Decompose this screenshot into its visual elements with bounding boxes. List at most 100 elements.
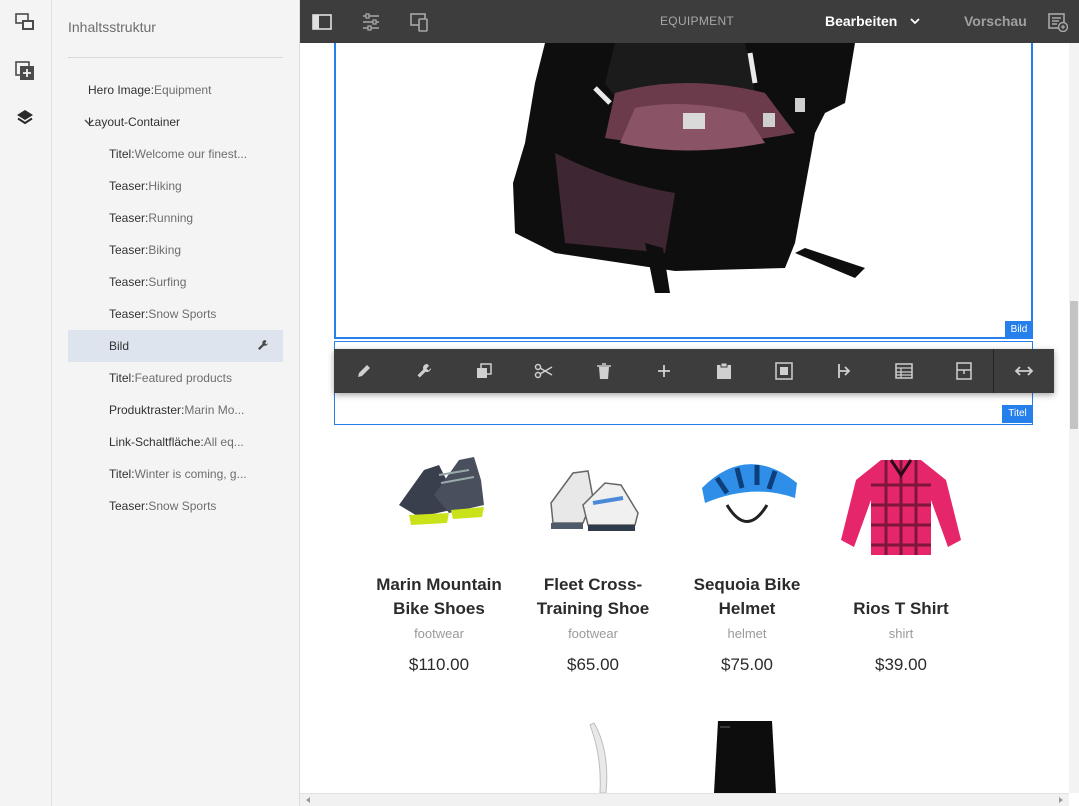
scroll-left-icon[interactable]: [304, 796, 312, 804]
vertical-scroll-thumb[interactable]: [1070, 301, 1078, 429]
bike-shoes-image: [399, 457, 484, 525]
tree-item[interactable]: Hero Image: Equipment: [68, 74, 283, 106]
copy-icon: [477, 363, 492, 378]
pencil-icon: [358, 365, 370, 377]
product-name: Marin Mountain Bike Shoes: [376, 575, 502, 618]
group-icon: [775, 362, 793, 380]
copy-button[interactable]: [454, 349, 514, 393]
bike-helmet-image: [702, 464, 797, 523]
tree-item-type: Hero Image: [88, 83, 151, 97]
edit-button[interactable]: [334, 349, 394, 393]
tree-item-type: Produktraster: [109, 403, 182, 417]
image-component-frame[interactable]: [334, 43, 1033, 339]
components-icon[interactable]: [14, 60, 36, 82]
tree-item-name: Surfing: [148, 275, 187, 289]
product-price: $75.00: [721, 655, 773, 674]
tree-item[interactable]: Teaser: Running: [68, 202, 283, 234]
insert-button[interactable]: [634, 349, 694, 393]
image-component-label: Bild: [1005, 321, 1033, 338]
paste-button[interactable]: [694, 349, 754, 393]
product-category: helmet: [727, 626, 767, 641]
tree-item[interactable]: Layout-Container: [68, 106, 283, 138]
tree-item-name: Running: [148, 211, 194, 225]
tree-item-name: Featured products: [134, 371, 232, 385]
component-toolbar: [334, 349, 1054, 393]
tree-item-name: Equipment: [154, 83, 212, 97]
mode-select-button[interactable]: Bearbeiten: [825, 13, 897, 29]
tree-item[interactable]: Teaser: Biking: [68, 234, 283, 266]
side-panel-toggle-icon[interactable]: [311, 11, 333, 33]
title-component-label: Titel: [1002, 405, 1033, 423]
scroll-right-icon[interactable]: [1057, 796, 1065, 804]
tree-item-name: Winter is coming, g...: [134, 467, 247, 481]
wrench-icon: [417, 364, 431, 378]
tree-item[interactable]: Teaser: Snow Sports: [68, 298, 283, 330]
group-button[interactable]: [754, 349, 814, 393]
product-category: footwear: [414, 626, 464, 641]
wrench-icon[interactable]: [257, 339, 269, 351]
layout-icon: [895, 363, 913, 379]
content-tree: Hero Image: Equipment Layout-Container Tit…: [68, 74, 283, 522]
top-bar: EQUIPMENT Bearbeiten Vorschau: [300, 0, 1079, 43]
editor-app: Inhaltsstruktur Hero Image: Equipment Lay…: [0, 0, 1079, 806]
tree-item[interactable]: Teaser: Surfing: [68, 266, 283, 298]
layers-icon[interactable]: [14, 107, 36, 129]
template-icon: [956, 362, 972, 380]
product-price: $65.00: [567, 655, 619, 674]
product-price: $39.00: [875, 655, 927, 674]
tree-item[interactable]: Titel: Featured products: [68, 362, 283, 394]
tree-item-name: Snow Sports: [148, 307, 217, 321]
side-rail: [0, 0, 52, 806]
resize-icon: [1014, 366, 1034, 376]
assets-icon[interactable]: [14, 11, 36, 33]
tree-item-type: Teaser: [109, 243, 146, 257]
delete-button[interactable]: [574, 349, 634, 393]
tree-item-type: Layout-Container: [88, 115, 181, 129]
template-button[interactable]: [934, 349, 994, 393]
chevron-down-icon[interactable]: [84, 117, 94, 127]
product-category: footwear: [568, 626, 618, 641]
horizontal-scrollbar[interactable]: [300, 793, 1069, 806]
chevron-down-icon[interactable]: [910, 17, 920, 25]
panel-divider: [68, 57, 283, 58]
resize-button[interactable]: [994, 349, 1054, 393]
tree-item[interactable]: Titel: Winter is coming, g...: [68, 458, 283, 490]
tree-item-type: Titel: [109, 371, 132, 385]
configure-button[interactable]: [394, 349, 454, 393]
product-name: Fleet Cross-Training Shoe: [536, 575, 650, 618]
tree-item-name: Welcome our finest...: [134, 147, 248, 161]
tree-item-type: Link-Schaltfläche: [109, 435, 201, 449]
plus-icon: [658, 365, 670, 377]
tree-item-type: Teaser: [109, 499, 146, 513]
tree-item[interactable]: Produktraster: Marin Mo...: [68, 394, 283, 426]
tree-item-type: Bild: [109, 339, 130, 353]
preview-button[interactable]: Vorschau: [964, 13, 1027, 29]
annotations-icon[interactable]: [1047, 11, 1069, 33]
page-title: EQUIPMENT: [660, 14, 735, 28]
cut-button[interactable]: [514, 349, 574, 393]
tree-item[interactable]: Teaser: Hiking: [68, 170, 283, 202]
tree-item-type: Teaser: [109, 307, 146, 321]
tree-item[interactable]: Bild: [68, 330, 283, 362]
emulator-icon[interactable]: [409, 11, 431, 33]
tree-item[interactable]: Titel: Welcome our finest...: [68, 138, 283, 170]
tree-item-type: Teaser: [109, 275, 146, 289]
layout-button[interactable]: [874, 349, 934, 393]
content-tree-panel: Inhaltsstruktur Hero Image: Equipment Lay…: [52, 0, 300, 806]
cut-icon: [534, 363, 553, 379]
tree-item[interactable]: Link-Schaltfläche: All eq...: [68, 426, 283, 458]
tree-item-name: Snow Sports: [148, 499, 217, 513]
tree-item-type: Titel: [109, 147, 132, 161]
training-shoe-image: [550, 470, 639, 531]
product-name: Rios T Shirt: [853, 599, 949, 618]
page-properties-icon[interactable]: [360, 11, 382, 33]
tree-item-name: Hiking: [148, 179, 182, 193]
parent-button[interactable]: [814, 349, 874, 393]
tree-item-name: All eq...: [203, 435, 244, 449]
panel-title: Inhaltsstruktur: [68, 19, 156, 35]
tree-item[interactable]: Teaser: Snow Sports: [68, 490, 283, 522]
vertical-scrollbar[interactable]: [1069, 43, 1079, 793]
page-canvas[interactable]: Bild Titel Marin Mountain Bike Shoes foo…: [300, 43, 1069, 793]
tree-item-type: Teaser: [109, 179, 146, 193]
product-name: Sequoia Bike Helmet: [693, 575, 801, 618]
